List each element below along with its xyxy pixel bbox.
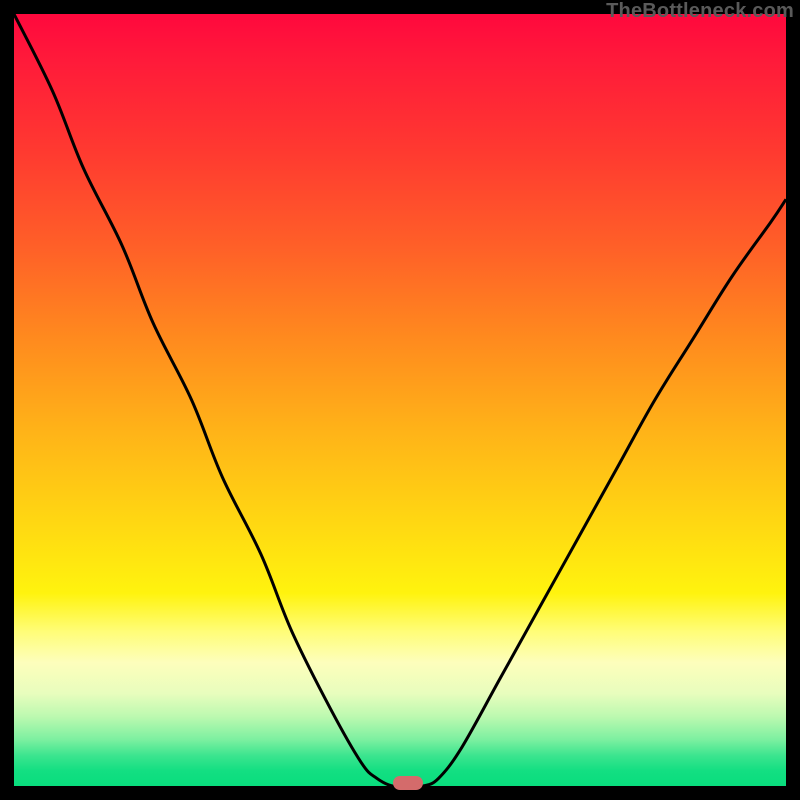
chart-stage: TheBottleneck.com: [0, 0, 800, 800]
bottleneck-curve: [14, 14, 786, 786]
optimal-marker: [393, 776, 423, 790]
attribution-text: TheBottleneck.com: [606, 0, 794, 23]
plot-area: [14, 14, 786, 786]
curve-path: [14, 14, 786, 786]
